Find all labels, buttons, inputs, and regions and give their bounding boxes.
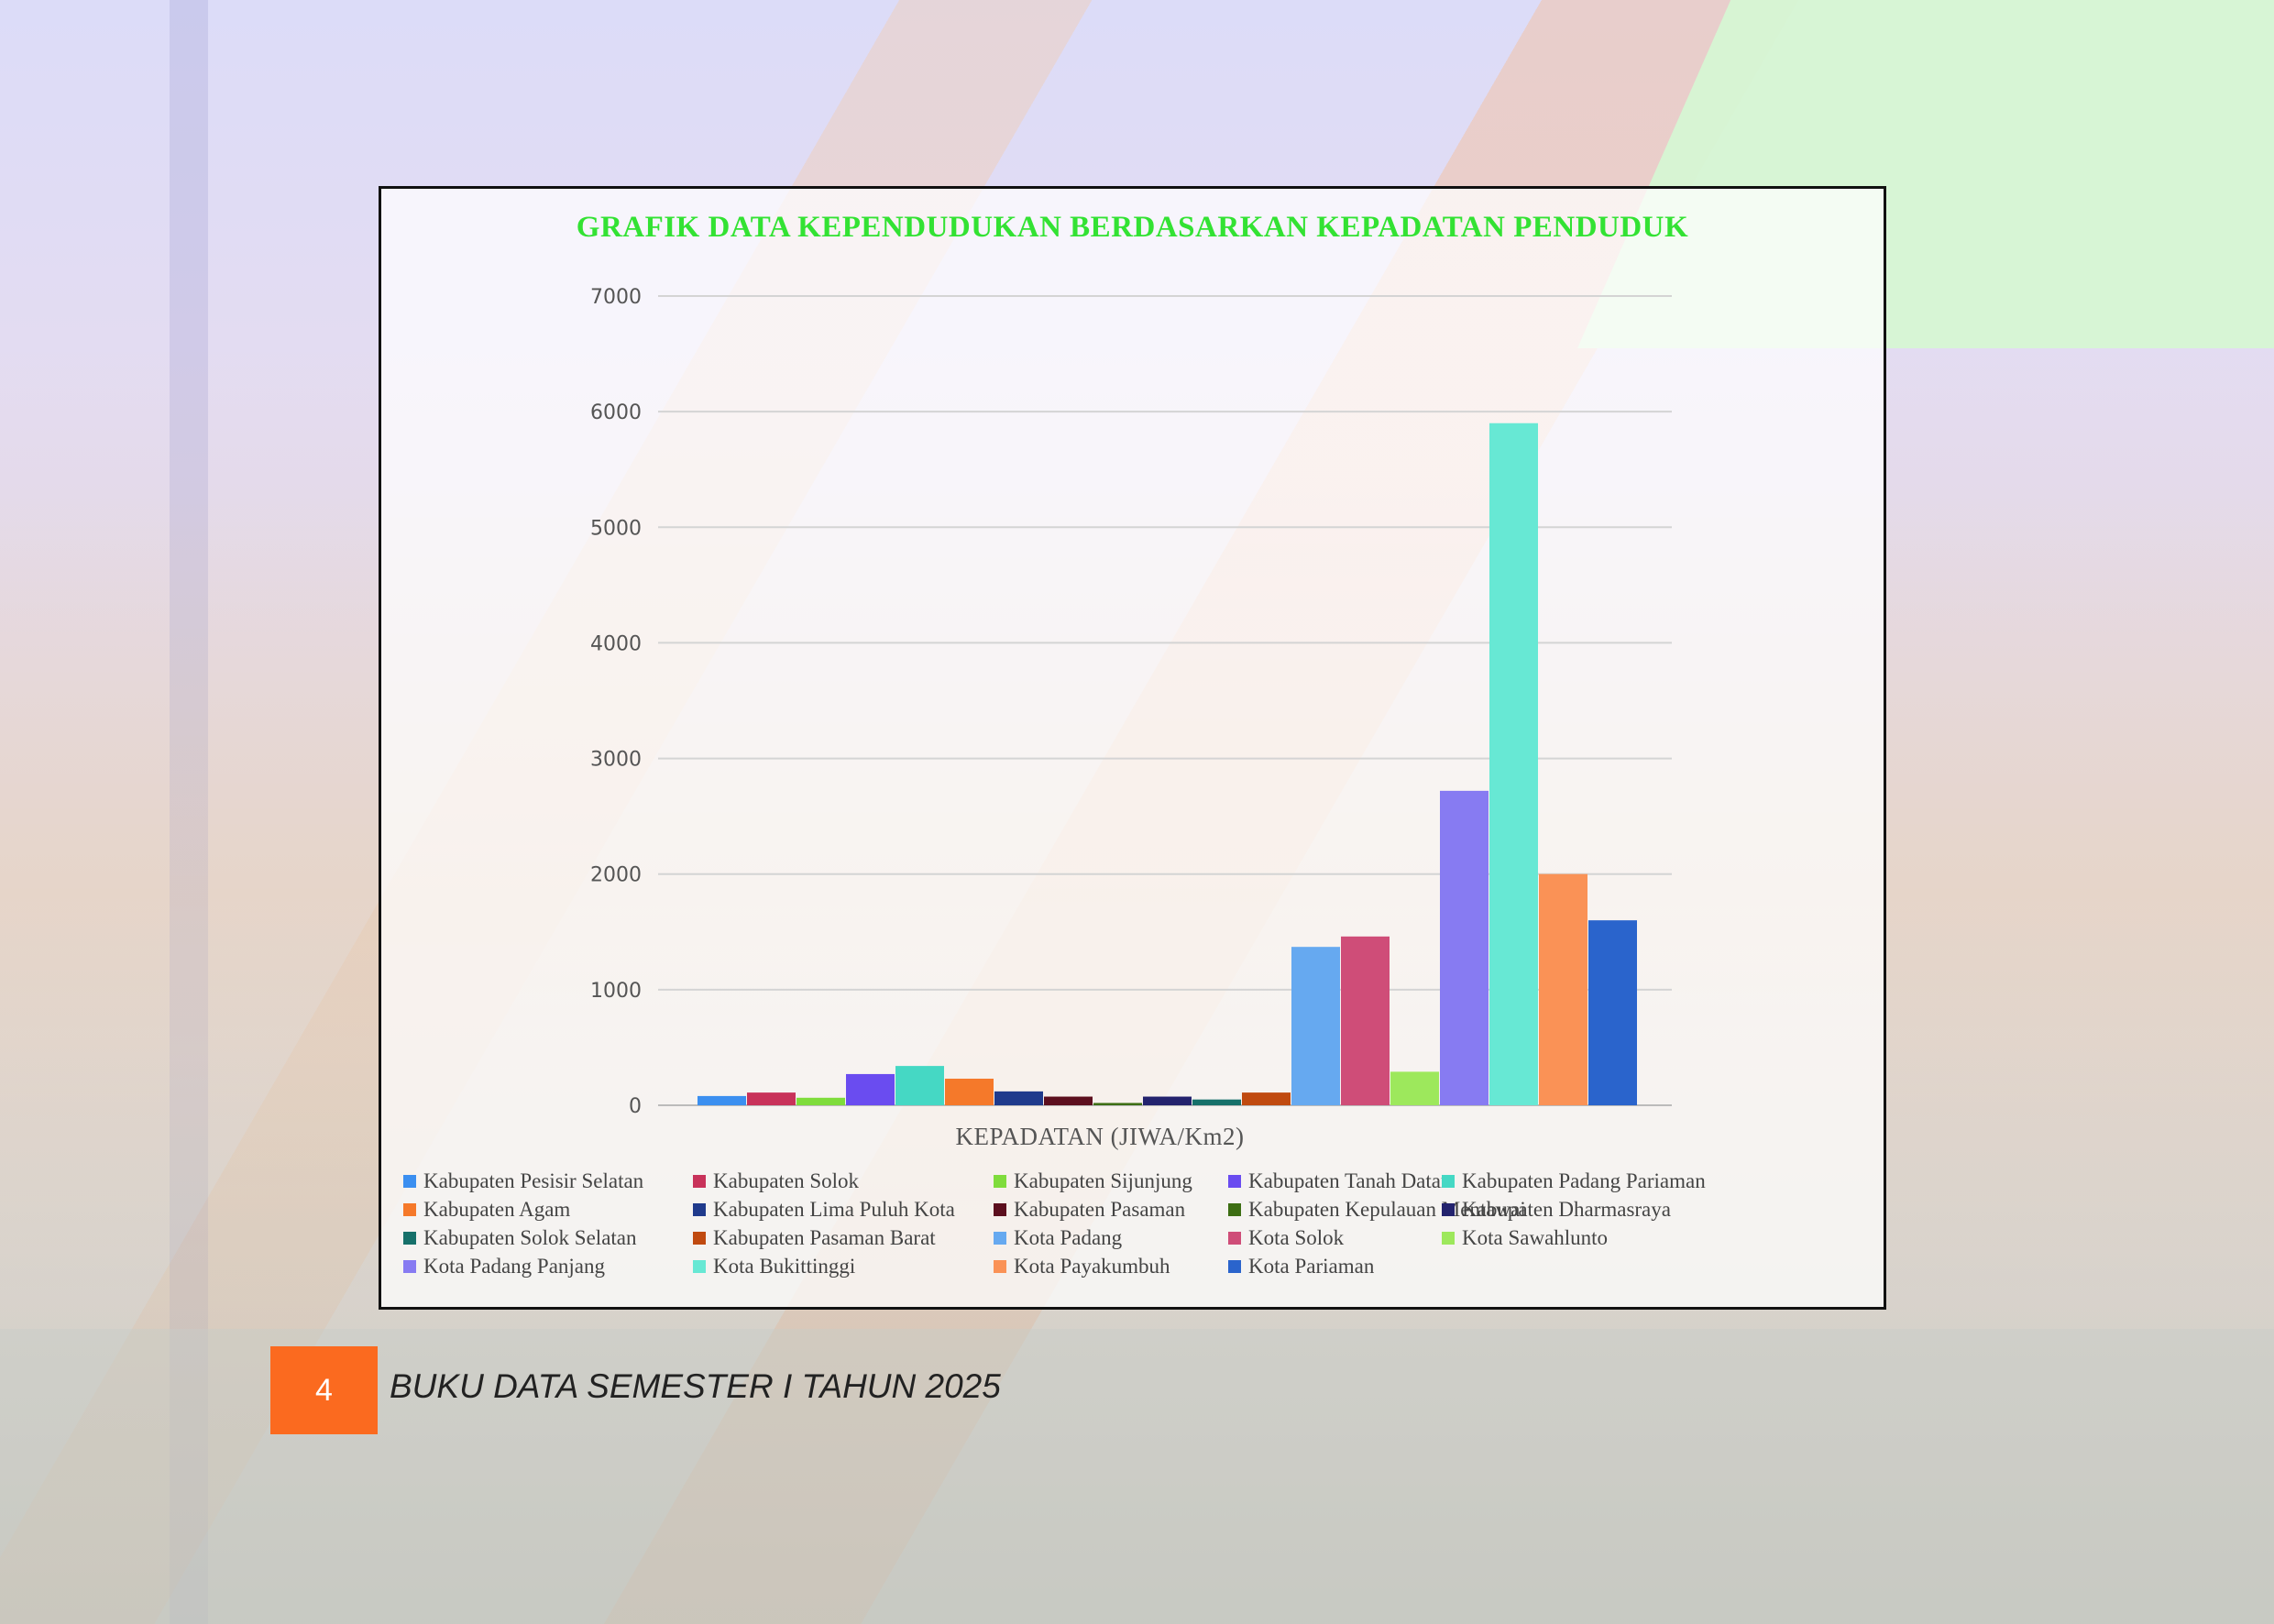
legend-label: Kabupaten Pesisir Selatan [423,1169,644,1192]
legend-item: Kabupaten Lima Puluh Kota [693,1198,955,1222]
legend-swatch [403,1260,416,1273]
bar-kabupaten-agam [945,1078,994,1105]
legend-item: Kabupaten Tanah Datar [1228,1169,1448,1193]
legend-swatch [403,1203,416,1216]
legend-swatch [693,1232,706,1245]
bar-kota-payakumbuh [1539,873,1587,1105]
chart-container: GRAFIK DATA KEPENDUDUKAN BERDASARKAN KEP… [379,186,1886,1310]
legend-item: Kota Bukittinggi [693,1255,855,1278]
bar-kabupaten-pesisir-selatan [698,1095,746,1105]
legend-label: Kota Padang [1014,1226,1123,1249]
bar-kabupaten-padang-pariaman [895,1066,944,1105]
legend-item: Kabupaten Padang Pariaman [1442,1169,1706,1193]
legend-label: Kabupaten Solok [713,1169,860,1192]
legend-swatch [1228,1260,1241,1273]
legend-label: Kabupaten Lima Puluh Kota [713,1198,955,1221]
legend-label: Kabupaten Sijunjung [1014,1169,1192,1192]
bar-chart: 0 1000 2000 3000 4000 5000 6000 7000 KEPADATAN (… [590,286,1672,1150]
legend-label: Kabupaten Padang Pariaman [1462,1169,1706,1192]
legend-swatch [1442,1203,1455,1216]
legend-swatch [1228,1175,1241,1188]
bar-kota-sawahlunto [1390,1071,1439,1105]
legend-swatch [1228,1203,1241,1216]
footer-title: BUKU DATA SEMESTER I TAHUN 2025 [390,1367,1001,1405]
legend-swatch [693,1175,706,1188]
legend-item: Kabupaten Sijunjung [994,1169,1192,1193]
legend-swatch [403,1232,416,1245]
legend-item: Kabupaten Solok [693,1169,859,1193]
legend-swatch [693,1260,706,1273]
legend-item: Kabupaten Agam [403,1198,570,1222]
bar-kabupaten-pasaman-barat [1242,1092,1291,1105]
page-number: 4 [270,1346,378,1434]
y-tick-label: 7000 [590,286,642,309]
bar-kabupaten-solok-selatan [1192,1099,1241,1105]
legend-swatch [994,1232,1006,1245]
bar-kabupaten-dharmasraya [1143,1096,1192,1105]
y-tick-label: 0 [629,1095,642,1118]
bar-kabupaten-kepulauan-mentawai [1093,1103,1142,1105]
bar-kabupaten-pasaman [1044,1096,1093,1105]
legend-swatch [994,1203,1006,1216]
legend-item: Kabupaten Solok Selatan [403,1226,637,1250]
x-axis-label: KEPADATAN (JIWA/Km2) [955,1123,1244,1150]
legend-item: Kota Padang Panjang [403,1255,605,1278]
legend-label: Kota Bukittinggi [713,1255,856,1278]
y-tick-label: 1000 [590,980,642,1003]
legend-item: Kabupaten Dharmasraya [1442,1198,1671,1222]
bar-kabupaten-sijunjung [796,1097,845,1105]
bar-kota-bukittinggi [1489,422,1538,1105]
legend-swatch [994,1175,1006,1188]
legend-swatch [994,1260,1006,1273]
legend-swatch [693,1203,706,1216]
bar-kabupaten-tanah-datar [846,1073,895,1105]
legend-item: Kota Padang [994,1226,1122,1250]
bar-kota-padang-panjang [1440,790,1489,1105]
legend-swatch [1442,1175,1455,1188]
legend-swatch [403,1175,416,1188]
bar-kabupaten-solok [747,1092,796,1105]
legend-item: Kota Pariaman [1228,1255,1374,1278]
legend-label: Kabupaten Agam [423,1198,571,1221]
bar-kota-padang [1291,947,1340,1105]
legend-label: Kota Pariaman [1248,1255,1375,1278]
legend-label: Kabupaten Pasaman [1014,1198,1186,1221]
legend-label: Kabupaten Solok Selatan [423,1226,637,1249]
legend-item: Kota Solok [1228,1226,1344,1250]
legend-label: Kabupaten Dharmasraya [1462,1198,1671,1221]
legend-label: Kota Sawahlunto [1462,1226,1609,1249]
legend-item: Kabupaten Pasaman Barat [693,1226,936,1250]
bar-kabupaten-lima-puluh-kota [994,1091,1043,1105]
legend-item: Kabupaten Pasaman [994,1198,1185,1222]
legend-label: Kabupaten Pasaman Barat [713,1226,936,1249]
legend-item: Kabupaten Pesisir Selatan [403,1169,643,1193]
bar-kota-solok [1341,936,1390,1105]
legend-swatch [1442,1232,1455,1245]
bar-kota-pariaman [1588,920,1637,1105]
legend-label: Kota Solok [1248,1226,1345,1249]
legend-label: Kota Padang Panjang [423,1255,606,1278]
legend-item: Kota Payakumbuh [994,1255,1170,1278]
y-tick-label: 4000 [590,632,642,655]
legend-swatch [1228,1232,1241,1245]
y-tick-label: 6000 [590,401,642,424]
legend-label: Kota Payakumbuh [1014,1255,1170,1278]
y-tick-label: 2000 [590,864,642,887]
legend-label: Kabupaten Tanah Datar [1248,1169,1448,1192]
background-stripe [170,0,208,1624]
y-tick-label: 3000 [590,749,642,772]
legend-item: Kota Sawahlunto [1442,1226,1608,1250]
y-tick-label: 5000 [590,517,642,540]
